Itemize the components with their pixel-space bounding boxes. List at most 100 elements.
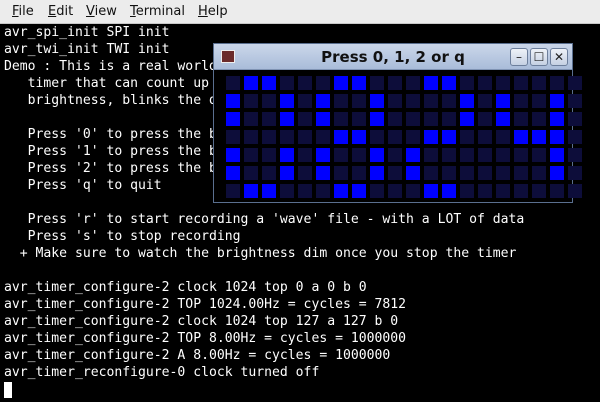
led-pixel <box>226 94 240 108</box>
led-pixel <box>244 184 258 198</box>
led-pixel <box>226 130 240 144</box>
led-pixel <box>226 148 240 162</box>
terminal-line: avr_timer_configure-2 TOP 8.00Hz = cycle… <box>4 331 407 346</box>
menu-file[interactable]: File <box>12 4 34 20</box>
led-pixel <box>352 76 366 90</box>
led-pixel <box>352 148 366 162</box>
led-pixel <box>550 112 564 126</box>
led-pixel <box>334 148 348 162</box>
led-pixel <box>496 94 510 108</box>
led-pixel <box>406 166 420 180</box>
window-titlebar[interactable]: Press 0, 1, 2 or q – ☐ ✕ <box>214 44 572 70</box>
led-pixel <box>496 112 510 126</box>
menu-bar: File Edit View Terminal Help <box>0 0 600 24</box>
led-pixel <box>316 184 330 198</box>
menu-help[interactable]: Help <box>198 4 228 20</box>
led-pixel <box>514 130 528 144</box>
led-pixel <box>388 130 402 144</box>
led-pixel <box>478 148 492 162</box>
led-matrix <box>218 72 582 198</box>
led-pixel <box>352 166 366 180</box>
menu-terminal[interactable]: Terminal <box>130 4 185 20</box>
led-pixel <box>262 148 276 162</box>
led-pixel <box>532 184 546 198</box>
led-pixel <box>478 94 492 108</box>
led-pixel <box>370 166 384 180</box>
terminal-line: avr_timer_configure-2 TOP 1024.00Hz = cy… <box>4 297 407 312</box>
led-pixel <box>298 148 312 162</box>
led-pixel <box>442 166 456 180</box>
led-pixel <box>298 112 312 126</box>
led-pixel <box>244 166 258 180</box>
led-pixel <box>532 76 546 90</box>
led-pixel <box>316 166 330 180</box>
led-pixel <box>442 130 456 144</box>
terminal-line: Press 'r' to start recording a 'wave' fi… <box>4 212 525 227</box>
terminal-line: avr_twi_init TWI init <box>4 42 170 57</box>
led-pixel <box>424 130 438 144</box>
led-pixel <box>370 184 384 198</box>
led-pixel <box>388 184 402 198</box>
led-pixel <box>316 148 330 162</box>
led-pixel <box>496 76 510 90</box>
led-pixel <box>514 94 528 108</box>
led-pixel <box>424 184 438 198</box>
led-pixel <box>262 130 276 144</box>
led-pixel <box>550 94 564 108</box>
led-pixel <box>244 76 258 90</box>
close-button[interactable]: ✕ <box>550 48 568 66</box>
led-pixel <box>514 148 528 162</box>
led-pixel <box>262 184 276 198</box>
led-pixel <box>316 112 330 126</box>
led-pixel <box>460 184 474 198</box>
terminal-line: avr_timer_configure-2 clock 1024 top 0 a… <box>4 280 367 295</box>
led-pixel <box>298 76 312 90</box>
led-pixel <box>568 166 582 180</box>
led-pixel <box>262 112 276 126</box>
led-pixel <box>514 166 528 180</box>
led-pixel <box>532 148 546 162</box>
led-pixel <box>388 166 402 180</box>
led-pixel <box>316 130 330 144</box>
led-pixel <box>280 130 294 144</box>
led-pixel <box>532 112 546 126</box>
led-pixel <box>298 184 312 198</box>
led-pixel <box>478 76 492 90</box>
led-pixel <box>244 94 258 108</box>
terminal-line: + Make sure to watch the brightness dim … <box>4 246 517 261</box>
led-pixel <box>424 112 438 126</box>
led-pixel <box>388 148 402 162</box>
led-pixel <box>370 148 384 162</box>
led-pixel <box>460 130 474 144</box>
led-pixel <box>226 76 240 90</box>
led-pixel <box>226 112 240 126</box>
led-pixel <box>532 94 546 108</box>
led-pixel <box>262 166 276 180</box>
led-pixel <box>460 94 474 108</box>
minimize-button[interactable]: – <box>510 48 528 66</box>
led-pixel <box>424 76 438 90</box>
led-pixel <box>568 148 582 162</box>
menu-view[interactable]: View <box>86 4 117 20</box>
led-pixel <box>424 94 438 108</box>
led-pixel <box>406 112 420 126</box>
led-pixel <box>496 166 510 180</box>
led-pixel <box>568 112 582 126</box>
led-pixel <box>460 76 474 90</box>
led-pixel <box>316 94 330 108</box>
led-pixel <box>406 130 420 144</box>
led-pixel <box>568 76 582 90</box>
led-pixel <box>478 112 492 126</box>
led-pixel <box>514 76 528 90</box>
menu-edit[interactable]: Edit <box>48 4 73 20</box>
led-pixel <box>388 112 402 126</box>
led-display-window[interactable]: Press 0, 1, 2 or q – ☐ ✕ <box>214 44 582 202</box>
led-pixel <box>244 148 258 162</box>
led-pixel <box>244 112 258 126</box>
terminal-line: avr_timer_configure-2 A 8.00Hz = cycles … <box>4 348 391 363</box>
led-pixel <box>442 94 456 108</box>
terminal-line: Press 'q' to quit <box>4 178 162 193</box>
led-pixel <box>442 148 456 162</box>
maximize-button[interactable]: ☐ <box>530 48 548 66</box>
terminal-line: avr_timer_configure-2 clock 1024 top 127… <box>4 314 399 329</box>
